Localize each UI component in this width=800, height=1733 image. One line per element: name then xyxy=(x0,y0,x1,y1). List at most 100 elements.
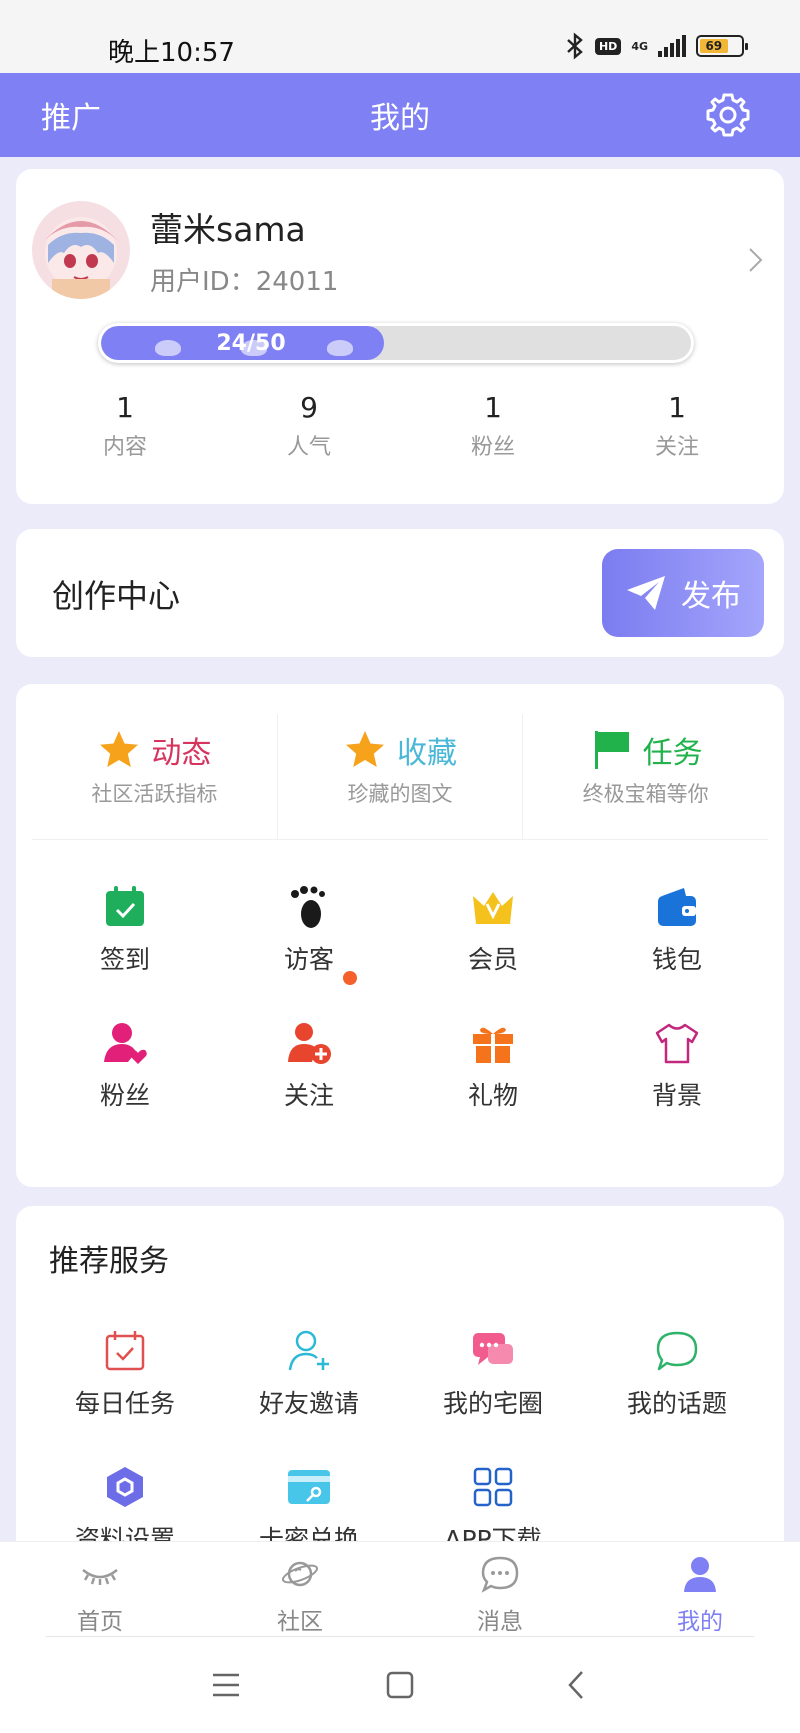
eye-closed-icon xyxy=(82,1569,118,1585)
feature-grid: 签到 访客 会员 钱包 粉丝 关注 礼物 背景 xyxy=(16,884,784,1156)
bluetooth-icon xyxy=(567,32,583,60)
page-title: 我的 xyxy=(370,101,430,136)
feature-label: 访客 xyxy=(283,945,334,974)
hexagon-settings-icon xyxy=(107,1467,143,1507)
back-icon[interactable] xyxy=(560,1667,596,1703)
feature-checkin[interactable]: 签到 xyxy=(33,884,217,1020)
gift-icon xyxy=(473,1027,513,1063)
creation-center-card: 创作中心 发布 xyxy=(16,529,784,657)
stat-following[interactable]: 1 关注 xyxy=(585,391,769,461)
service-label: 我的话题 xyxy=(626,1389,727,1418)
feature-wallet[interactable]: 钱包 xyxy=(585,884,769,1020)
chevron-right-icon[interactable] xyxy=(746,245,766,275)
highlight-row: 动态 社区活跃指标 收藏 珍藏的图文 任务 终极宝箱等你 xyxy=(32,714,768,840)
stat-label: 粉丝 xyxy=(470,435,515,460)
tab-community[interactable]: 社区 xyxy=(200,1542,400,1637)
person-icon xyxy=(684,1557,716,1592)
highlight-title: 动态 xyxy=(151,736,212,771)
service-my-topics[interactable]: 我的话题 xyxy=(585,1328,769,1464)
service-my-circle[interactable]: 我的宅圈 xyxy=(401,1328,585,1464)
tab-mine[interactable]: 我的 xyxy=(600,1542,800,1637)
invite-friend-icon xyxy=(288,1330,329,1371)
tab-label: 我的 xyxy=(677,1609,723,1635)
creation-center-title: 创作中心 xyxy=(52,577,181,615)
feature-following[interactable]: 关注 xyxy=(217,1020,401,1156)
feature-label: 关注 xyxy=(283,1081,334,1110)
service-label: 好友邀请 xyxy=(258,1389,359,1418)
feature-background[interactable]: 背景 xyxy=(585,1020,769,1156)
status-bar: 晚上10:57 HD 4G 69 xyxy=(0,0,800,73)
message-icon xyxy=(481,1556,519,1593)
service-daily-tasks[interactable]: 每日任务 xyxy=(33,1328,217,1464)
highlight-activity[interactable]: 动态 社区活跃指标 xyxy=(32,714,278,839)
level-text: 24/50 xyxy=(216,331,286,356)
star-icon xyxy=(346,731,384,767)
service-label: 我的宅圈 xyxy=(442,1389,543,1418)
tab-messages[interactable]: 消息 xyxy=(400,1542,600,1637)
battery-icon: 69 xyxy=(696,35,748,57)
features-card: 动态 社区活跃指标 收藏 珍藏的图文 任务 终极宝箱等你 签到 访客 会员 钱包… xyxy=(16,684,784,1187)
wallet-icon xyxy=(658,888,696,926)
highlight-title: 任务 xyxy=(642,736,703,771)
calendar-task-icon xyxy=(105,1331,145,1371)
stat-label: 内容 xyxy=(102,435,147,460)
level-progress-bar: 24/50 xyxy=(98,323,694,363)
feature-visitors[interactable]: 访客 xyxy=(217,884,401,1020)
status-icons: HD 4G 69 xyxy=(565,32,748,60)
services-title: 推荐服务 xyxy=(49,1244,169,1279)
fan-heart-icon xyxy=(104,1023,147,1064)
tab-label: 首页 xyxy=(77,1609,123,1635)
stat-label: 人气 xyxy=(286,435,331,460)
stat-value: 1 xyxy=(116,391,134,424)
services-card: 推荐服务 每日任务 好友邀请 我的宅圈 我的话题 资料设置 卡密兑换 APP下载 xyxy=(16,1206,784,1566)
paper-plane-icon xyxy=(627,576,665,610)
publish-label: 发布 xyxy=(681,579,741,614)
avatar[interactable] xyxy=(32,201,130,299)
publish-button[interactable]: 发布 xyxy=(602,549,764,637)
calendar-check-icon xyxy=(106,886,144,926)
highlight-tasks[interactable]: 任务 终极宝箱等你 xyxy=(523,714,768,839)
card-key-icon xyxy=(288,1470,330,1504)
status-time: 晚上10:57 xyxy=(108,38,235,68)
app-grid-icon xyxy=(473,1467,513,1507)
footprint-icon xyxy=(291,886,325,928)
tab-home[interactable]: 首页 xyxy=(0,1542,200,1637)
feature-gifts[interactable]: 礼物 xyxy=(401,1020,585,1156)
feature-label: 会员 xyxy=(467,945,518,974)
bottom-tab-bar: 首页 社区 消息 我的 xyxy=(0,1541,800,1637)
highlight-subtitle: 终极宝箱等你 xyxy=(582,782,709,806)
stat-popularity[interactable]: 9 人气 xyxy=(217,391,401,461)
feature-label: 粉丝 xyxy=(99,1081,150,1110)
feature-label: 礼物 xyxy=(467,1081,518,1110)
stat-value: 1 xyxy=(484,391,502,424)
stat-label: 关注 xyxy=(654,435,699,460)
feature-membership[interactable]: 会员 xyxy=(401,884,585,1020)
planet-icon xyxy=(281,1561,319,1587)
stat-content[interactable]: 1 内容 xyxy=(33,391,217,461)
highlight-favorites[interactable]: 收藏 珍藏的图文 xyxy=(278,714,524,839)
profile-stats: 1 内容 9 人气 1 粉丝 1 关注 xyxy=(16,391,784,461)
service-invite-friends[interactable]: 好友邀请 xyxy=(217,1328,401,1464)
user-id: 用户ID：24011 xyxy=(150,267,339,297)
battery-level: 69 xyxy=(700,39,728,53)
stat-value: 1 xyxy=(668,391,686,424)
stat-fans[interactable]: 1 粉丝 xyxy=(401,391,585,461)
shirt-icon xyxy=(655,1023,699,1064)
menu-icon[interactable] xyxy=(208,1667,244,1703)
service-label: 每日任务 xyxy=(74,1389,175,1418)
signal-icon xyxy=(658,35,686,57)
tab-label: 消息 xyxy=(477,1609,523,1635)
tab-label: 社区 xyxy=(277,1609,323,1635)
stat-value: 9 xyxy=(300,391,318,424)
username: 蕾米sama xyxy=(150,210,306,249)
highlight-title: 收藏 xyxy=(397,736,457,771)
system-nav-bar xyxy=(0,1637,800,1733)
home-square-icon[interactable] xyxy=(382,1667,418,1703)
app-header: 推广 我的 xyxy=(0,73,800,157)
feature-fans[interactable]: 粉丝 xyxy=(33,1020,217,1156)
avatar-image xyxy=(32,201,130,299)
star-icon xyxy=(100,731,139,767)
highlight-subtitle: 社区活跃指标 xyxy=(91,782,218,806)
settings-gear-icon[interactable] xyxy=(704,91,752,139)
profile-card[interactable]: 蕾米sama 用户ID：24011 24/50 1 内容 9 人气 1 粉丝 1… xyxy=(16,169,784,504)
